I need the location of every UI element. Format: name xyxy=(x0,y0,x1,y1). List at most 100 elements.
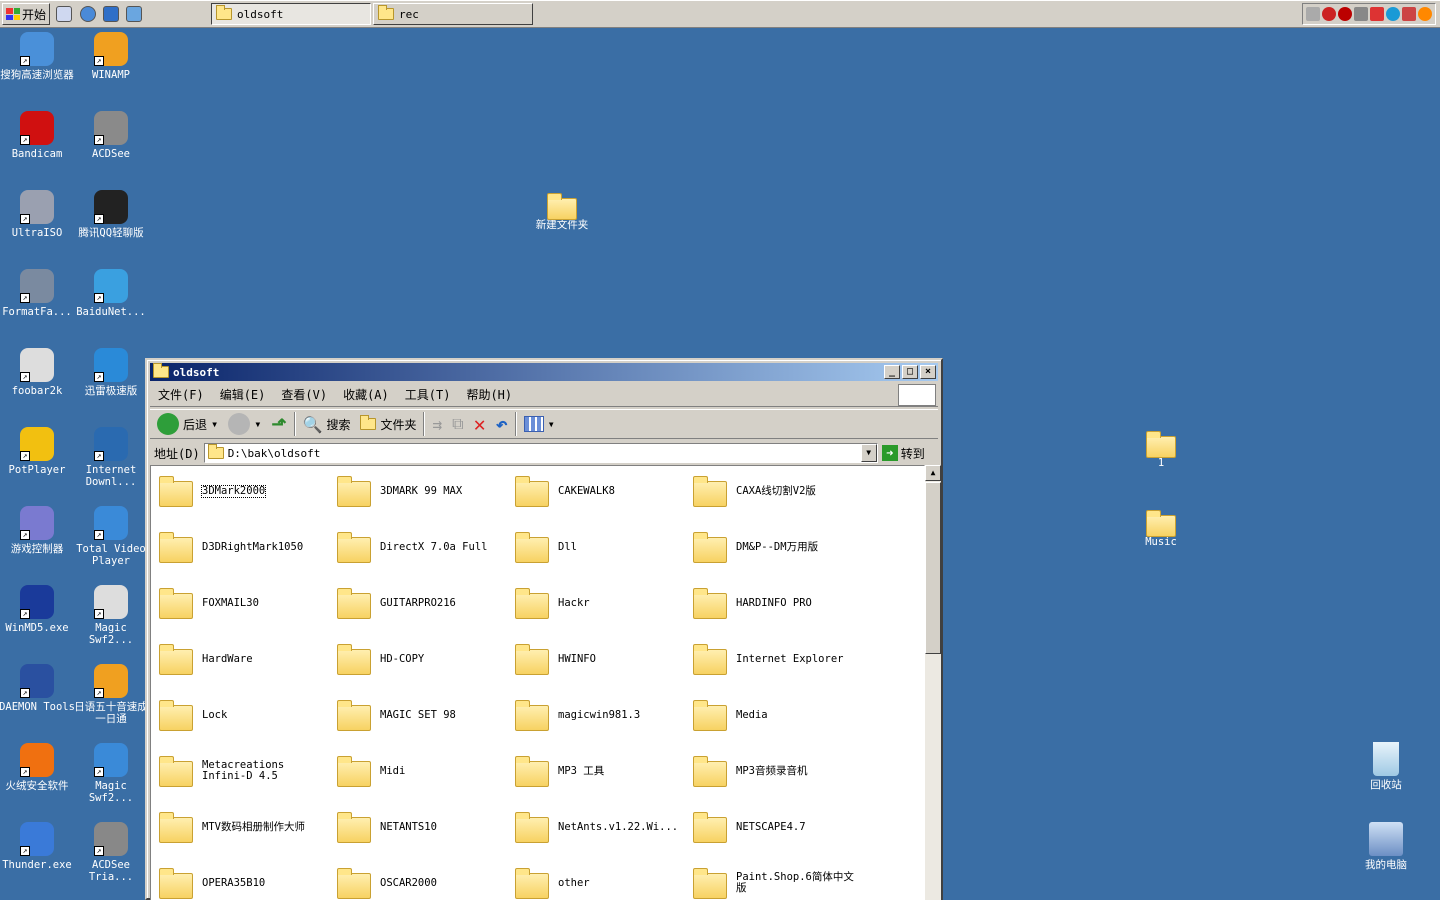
scroll-thumb[interactable] xyxy=(925,482,941,654)
desktop-shortcut[interactable]: ↗ Magic Swf2... xyxy=(73,585,149,646)
folder-item[interactable]: MAGIC SET 98 xyxy=(337,695,515,735)
maximize-button[interactable]: □ xyxy=(902,365,918,379)
desktop-shortcut[interactable]: ↗ Magic Swf2... xyxy=(73,743,149,804)
desktop-shortcut[interactable]: ↗ PotPlayer xyxy=(0,427,75,476)
huorong-tray-icon[interactable] xyxy=(1418,7,1432,21)
folder-item[interactable]: DM&P--DM万用版 xyxy=(693,527,871,567)
back-button[interactable]: 后退 ▾ xyxy=(154,411,221,437)
folder-item[interactable]: Metacreations Infini-D 4.5 xyxy=(159,751,337,791)
folder-item[interactable]: Media xyxy=(693,695,871,735)
folder-item[interactable]: 3DMARK 99 MAX xyxy=(337,471,515,511)
desktop-shortcut[interactable]: ↗ ACDSee Tria... xyxy=(73,822,149,883)
chevron-down-icon[interactable]: ▾ xyxy=(548,417,555,431)
views-button[interactable]: ▾ xyxy=(521,411,558,437)
task-oldsoft[interactable]: oldsoft xyxy=(211,3,371,25)
ie-tray-icon[interactable] xyxy=(1386,7,1400,21)
menu-edit[interactable]: 编辑(E) xyxy=(212,386,274,403)
folder-item[interactable]: D3DRightMark1050 xyxy=(159,527,337,567)
desktop-shortcut[interactable]: ↗ ACDSee xyxy=(73,111,149,160)
folder-item[interactable]: HD-COPY xyxy=(337,639,515,679)
desktop-folder-music[interactable]: Music xyxy=(1123,509,1199,548)
desktop-shortcut[interactable]: ↗ UltraISO xyxy=(0,190,75,239)
desktop-shortcut[interactable]: ↗ foobar2k xyxy=(0,348,75,397)
folder-item[interactable]: MTV数码相册制作大师 xyxy=(159,807,337,847)
desktop-shortcut[interactable]: ↗ 腾讯QQ轻聊版 xyxy=(73,190,149,239)
copy-to-button[interactable]: ⧉ xyxy=(449,411,466,437)
folder-item[interactable]: NETSCAPE4.7 xyxy=(693,807,871,847)
delete-button[interactable]: ✕ xyxy=(471,411,489,437)
folder-item[interactable]: MP3 工具 xyxy=(515,751,693,791)
address-input[interactable]: D:\bak\oldsoft ▼ xyxy=(203,443,878,463)
scroll-up-icon[interactable]: ▲ xyxy=(925,465,941,481)
forward-button[interactable]: ▾ xyxy=(225,411,264,437)
desktop-shortcut[interactable]: ↗ Bandicam xyxy=(0,111,75,160)
folder-item[interactable]: Lock xyxy=(159,695,337,735)
start-button[interactable]: 开始 xyxy=(2,3,50,25)
folder-item[interactable]: Internet Explorer xyxy=(693,639,871,679)
flag-tray-icon[interactable] xyxy=(1402,7,1416,21)
chevron-down-icon[interactable]: ▾ xyxy=(211,417,218,431)
folders-button[interactable]: 文件夹 xyxy=(357,411,419,437)
folder-item[interactable]: NETANTS10 xyxy=(337,807,515,847)
folder-item[interactable]: magicwin981.3 xyxy=(515,695,693,735)
desktop-shortcut[interactable]: ↗ Internet Downl... xyxy=(73,427,149,488)
folder-item[interactable]: NetAnts.v1.22.Wi... xyxy=(515,807,693,847)
close-button[interactable]: × xyxy=(920,365,936,379)
search-button[interactable]: 🔍 搜索 xyxy=(300,411,354,437)
folder-item[interactable]: Hackr xyxy=(515,583,693,623)
desktop-shortcut[interactable]: ↗ 火绒安全软件 xyxy=(0,743,75,792)
folder-item[interactable]: Midi xyxy=(337,751,515,791)
explorer-quicklaunch-icon[interactable] xyxy=(103,6,119,22)
desktop-shortcut[interactable]: ↗ Total Video Player xyxy=(73,506,149,567)
network-icon[interactable] xyxy=(1370,7,1384,21)
desktop-shortcut[interactable]: ↗ 日语五十音速成一日通 xyxy=(73,664,149,725)
desktop-folder-new[interactable]: 新建文件夹 xyxy=(524,192,600,231)
go-button[interactable]: ➜ 转到 xyxy=(881,445,925,462)
folder-item[interactable]: MP3音频录音机 xyxy=(693,751,871,791)
volume-icon[interactable] xyxy=(1354,7,1368,21)
folder-item[interactable]: FOXMAIL30 xyxy=(159,583,337,623)
folder-item[interactable]: GUITARPRO216 xyxy=(337,583,515,623)
desktop-shortcut[interactable]: ↗ 游戏控制器 xyxy=(0,506,75,555)
menu-favorites[interactable]: 收藏(A) xyxy=(335,386,397,403)
desktop-folder-1[interactable]: 1 xyxy=(1123,430,1199,469)
folder-item[interactable]: OSCAR2000 xyxy=(337,863,515,900)
folder-item[interactable]: HARDINFO PRO xyxy=(693,583,871,623)
undo-button[interactable]: ↶ xyxy=(493,411,511,437)
chevron-down-icon[interactable]: ▾ xyxy=(254,417,261,431)
up-button[interactable]: ⬏ xyxy=(268,411,289,437)
move-to-button[interactable]: ⇉ xyxy=(429,411,445,437)
folder-item[interactable]: 3DMark2000 xyxy=(159,471,337,511)
folder-item[interactable]: HWINFO xyxy=(515,639,693,679)
recycle-bin[interactable]: 回收站 xyxy=(1348,742,1424,791)
menu-view[interactable]: 查看(V) xyxy=(273,386,335,403)
desktop-shortcut[interactable]: ↗ BaiduNet... xyxy=(73,269,149,318)
bandicam-tray-icon[interactable] xyxy=(1322,7,1336,21)
desktop-shortcut[interactable]: ↗ 迅雷极速版 xyxy=(73,348,149,397)
folder-item[interactable]: Dll xyxy=(515,527,693,567)
folder-item[interactable]: DirectX 7.0a Full xyxy=(337,527,515,567)
desktop-shortcut[interactable]: ↗ FormatFa... xyxy=(0,269,75,318)
folder-item[interactable]: CAXA线切割V2版 xyxy=(693,471,871,511)
vertical-scrollbar[interactable]: ▲ xyxy=(925,465,941,900)
chevron-down-icon[interactable]: ▼ xyxy=(860,444,877,462)
menu-tools[interactable]: 工具(T) xyxy=(397,386,459,403)
folder-item[interactable]: CAKEWALK8 xyxy=(515,471,693,511)
menu-help[interactable]: 帮助(H) xyxy=(458,386,520,403)
folder-item[interactable]: other xyxy=(515,863,693,900)
folder-item[interactable]: HardWare xyxy=(159,639,337,679)
my-computer[interactable]: 我的电脑 xyxy=(1348,822,1424,871)
sogou-quicklaunch-icon[interactable] xyxy=(80,6,96,22)
desktop-shortcut[interactable]: ↗ DAEMON Tools xyxy=(0,664,75,713)
desktop-shortcut[interactable]: ↗ Thunder.exe xyxy=(0,822,75,871)
task-rec[interactable]: rec xyxy=(373,3,533,25)
record-tray-icon[interactable] xyxy=(1338,7,1352,21)
folder-item[interactable]: Paint.Shop.6简体中文版 xyxy=(693,863,871,900)
desktop-shortcut[interactable]: ↗ 搜狗高速浏览器 xyxy=(0,32,75,81)
ie-quicklaunch-icon[interactable] xyxy=(126,6,142,22)
desktop-shortcut[interactable]: ↗ WinMD5.exe xyxy=(0,585,75,634)
title-bar[interactable]: oldsoft _ □ × xyxy=(150,363,938,381)
desktop-shortcut[interactable]: ↗ WINAMP xyxy=(73,32,149,81)
folder-item[interactable]: OPERA35B10 xyxy=(159,863,337,900)
minimize-button[interactable]: _ xyxy=(884,365,900,379)
